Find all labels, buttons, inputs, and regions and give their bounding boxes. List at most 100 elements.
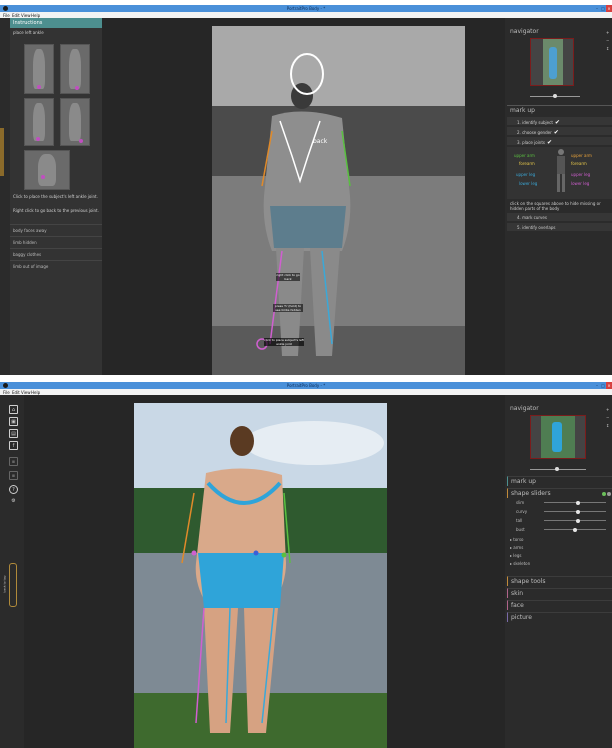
fit-icon[interactable]: ↕: [606, 46, 611, 51]
tree-arms[interactable]: ▸ arms: [510, 545, 523, 550]
photo-result-svg: [134, 403, 387, 748]
image-canvas[interactable]: [24, 395, 505, 748]
instructions-panel: Instructions place left ankle Click to p…: [10, 18, 102, 375]
navigator-preview[interactable]: [530, 38, 574, 86]
slider-track-curvy[interactable]: [544, 511, 606, 512]
joints-help-text: click on the squares above to hide missi…: [510, 201, 601, 211]
right-panel: navigator + − ↕: [505, 395, 612, 748]
section-mark-up[interactable]: mark up: [507, 476, 612, 486]
step-label: 5. identify overlaps: [517, 225, 556, 230]
section-skin[interactable]: skin: [507, 588, 612, 598]
settings-icon[interactable]: ⚙: [9, 497, 18, 506]
hint-right-click: right click to go back: [276, 273, 300, 281]
side-tab[interactable]: [0, 128, 4, 176]
facebook-icon[interactable]: f: [9, 441, 18, 450]
close-icon[interactable]: ×: [606, 5, 612, 12]
example-thumbnail-4: [60, 98, 90, 146]
part-right-upper-leg[interactable]: upper leg: [571, 172, 590, 177]
zoom-slider-knob[interactable]: [555, 467, 559, 471]
step-place-joints[interactable]: 3. place joints ✔: [507, 136, 612, 146]
zoom-in-icon[interactable]: +: [606, 30, 611, 35]
part-right-forearm[interactable]: forearm: [571, 161, 587, 166]
tree-label: torso: [513, 537, 524, 542]
title-bar: PortraitPro Body - * – □ ×: [0, 382, 612, 389]
option-limb-hidden[interactable]: limb hidden: [10, 236, 102, 246]
zoom-out-icon[interactable]: −: [606, 38, 611, 43]
option-baggy-clothes[interactable]: baggy clothes: [10, 248, 102, 258]
zoom-in-icon[interactable]: +: [606, 407, 611, 412]
option-limb-out-of-image[interactable]: limb out of image: [10, 260, 102, 270]
step-label: 2. choose gender: [517, 130, 552, 135]
step-identify-subject[interactable]: 1. identify subject ✔: [507, 116, 612, 126]
instructions-header: Instructions: [10, 18, 102, 28]
close-icon[interactable]: ×: [606, 382, 612, 389]
check-icon: ✔: [553, 129, 559, 136]
navigator-preview[interactable]: [530, 415, 586, 459]
tree-skeleton[interactable]: ▸ skeleton: [510, 561, 530, 566]
part-left-upper-leg[interactable]: upper leg: [516, 172, 535, 177]
part-left-upper-arm[interactable]: upper arm: [514, 153, 535, 158]
left-toolbar: ⌂ ▣ ▤ f ▪ ▪ ? ⚙ back to top: [0, 395, 24, 748]
part-left-forearm[interactable]: forearm: [519, 161, 535, 166]
window-title: PortraitPro Body - *: [286, 6, 326, 11]
section-face[interactable]: face: [507, 600, 612, 610]
step-label: 3. place joints: [517, 140, 545, 145]
joints-diagram: upper arm forearm upper leg lower leg up…: [507, 147, 612, 199]
tree-torso[interactable]: ▸ torso: [510, 537, 523, 542]
photo-grayscale[interactable]: back right click to go back press 'h' (h…: [212, 26, 465, 375]
step-mark-curves[interactable]: 4. mark curves: [507, 212, 612, 221]
title-bar: PortraitPro Body - * – □ ×: [0, 5, 612, 12]
example-thumbnail-1: [24, 44, 54, 94]
tree-label: arms: [513, 545, 524, 550]
slider-label-curvy: curvy: [516, 509, 528, 514]
example-thumbnail-3: [24, 98, 54, 146]
section-shape-tools[interactable]: shape tools: [507, 576, 612, 586]
fit-icon[interactable]: ↕: [606, 423, 611, 428]
photo-result[interactable]: [134, 403, 387, 748]
slider-track-tall[interactable]: [544, 520, 606, 521]
tree-legs[interactable]: ▸ legs: [510, 553, 521, 558]
slider-knob-bust[interactable]: [573, 527, 577, 532]
tree-label: legs: [513, 553, 522, 558]
back-to-top-tab[interactable]: back to top: [2, 563, 17, 607]
back-label: back: [313, 138, 328, 145]
step-identify-overlaps[interactable]: 5. identify overlaps: [507, 222, 612, 231]
left-strip: [0, 18, 10, 375]
back-to-top-label: back to top: [2, 575, 7, 593]
slider-track-slim[interactable]: [544, 502, 606, 503]
slider-knob-curvy[interactable]: [576, 509, 581, 514]
slider-knob-slim[interactable]: [576, 500, 581, 505]
app-window-result: PortraitPro Body - * – □ × File Edit Vie…: [0, 382, 612, 748]
status-dot-grey: [607, 492, 611, 496]
option-body-faces-away[interactable]: body faces away: [10, 224, 102, 234]
section-mark-up[interactable]: mark up: [507, 105, 612, 115]
body-silhouette-icon: [555, 149, 567, 193]
slider-knob-tall[interactable]: [576, 518, 581, 523]
open-image-icon[interactable]: ▣: [9, 417, 18, 426]
status-dot-green: [602, 492, 606, 496]
example-thumbnail-5: [24, 150, 70, 190]
image-canvas[interactable]: back right click to go back press 'h' (h…: [102, 18, 505, 375]
step-choose-gender[interactable]: 2. choose gender ✔: [507, 126, 612, 136]
check-icon: ✔: [546, 139, 553, 146]
help-icon[interactable]: ?: [9, 485, 18, 494]
section-picture[interactable]: picture: [507, 612, 612, 622]
instruction-step: place left ankle: [13, 30, 44, 35]
disabled-tool-icon: ▪: [9, 471, 18, 480]
navigator-title: navigator: [510, 405, 539, 412]
section-shape-sliders[interactable]: shape sliders: [507, 488, 612, 498]
section-shape-sliders-label: shape sliders: [511, 490, 551, 497]
zoom-out-icon[interactable]: −: [606, 415, 611, 420]
part-right-lower-leg[interactable]: lower leg: [571, 181, 589, 186]
home-icon[interactable]: ⌂: [9, 405, 18, 414]
part-right-upper-arm[interactable]: upper arm: [571, 153, 592, 158]
save-icon[interactable]: ▤: [9, 429, 18, 438]
slider-label-slim: slim: [516, 500, 525, 505]
tree-label: skeleton: [513, 561, 531, 566]
zoom-slider-knob[interactable]: [553, 94, 557, 98]
instruction-help-1: Click to place the subject's left ankle …: [13, 194, 98, 199]
slider-label-tall: tall: [516, 518, 523, 523]
part-left-lower-leg[interactable]: lower leg: [519, 181, 537, 186]
navigator-title: navigator: [510, 28, 539, 35]
slider-label-bust: bust: [516, 527, 525, 532]
